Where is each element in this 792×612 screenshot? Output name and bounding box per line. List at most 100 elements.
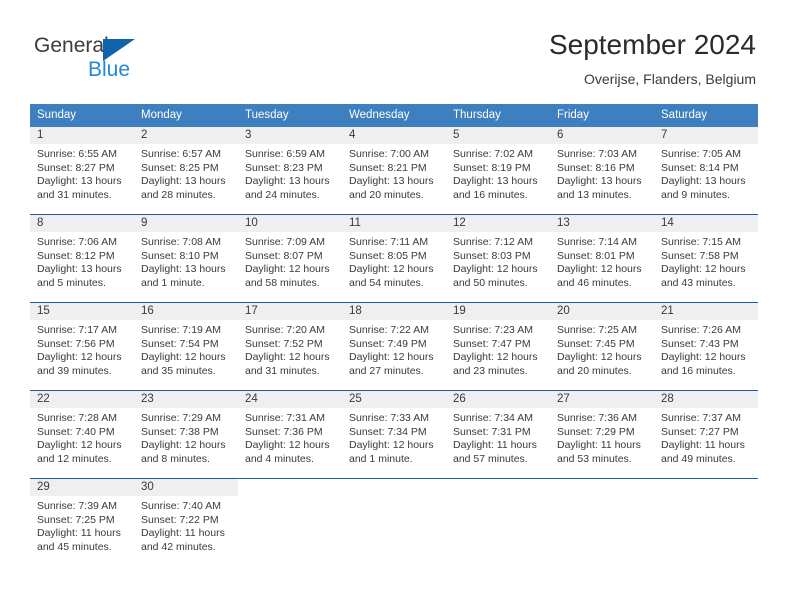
day-info: Sunrise: 7:06 AM Sunset: 8:12 PM Daylight:… <box>30 232 134 290</box>
day-info: Sunrise: 6:55 AM Sunset: 8:27 PM Daylight:… <box>30 144 134 202</box>
daylight-text: Daylight: 12 hours and 27 minutes. <box>349 351 434 377</box>
sunset-text: Sunset: 8:07 PM <box>245 249 323 262</box>
day-cell[interactable]: 30 Sunrise: 7:40 AM Sunset: 7:22 PM Dayligh… <box>134 479 238 569</box>
daylight-text: Daylight: 13 hours and 28 minutes. <box>141 175 226 201</box>
sunrise-text: Sunrise: 7:11 AM <box>349 236 429 248</box>
daylight-text: Daylight: 13 hours and 13 minutes. <box>557 175 642 201</box>
day-number: 30 <box>134 479 238 496</box>
day-number: 13 <box>550 215 654 232</box>
day-cell[interactable]: 11 Sunrise: 7:11 AM Sunset: 8:05 PM Dayligh… <box>342 215 446 302</box>
sunrise-text: Sunrise: 7:20 AM <box>245 324 325 336</box>
day-number: 15 <box>30 303 134 320</box>
day-number: 16 <box>134 303 238 320</box>
day-cell[interactable]: 24 Sunrise: 7:31 AM Sunset: 7:36 PM Dayligh… <box>238 391 342 478</box>
day-cell[interactable]: 21 Sunrise: 7:26 AM Sunset: 7:43 PM Dayligh… <box>654 303 758 390</box>
day-cell-empty <box>342 479 446 569</box>
sunset-text: Sunset: 7:31 PM <box>453 425 531 438</box>
sunrise-text: Sunrise: 7:39 AM <box>37 500 117 512</box>
day-cell[interactable]: 10 Sunrise: 7:09 AM Sunset: 8:07 PM Dayligh… <box>238 215 342 302</box>
day-number: 28 <box>654 391 758 408</box>
day-cell[interactable]: 13 Sunrise: 7:14 AM Sunset: 8:01 PM Dayligh… <box>550 215 654 302</box>
day-number <box>238 479 342 496</box>
day-cell[interactable]: 26 Sunrise: 7:34 AM Sunset: 7:31 PM Dayligh… <box>446 391 550 478</box>
sunrise-text: Sunrise: 7:00 AM <box>349 148 429 160</box>
sunset-text: Sunset: 8:14 PM <box>661 161 739 174</box>
day-info: Sunrise: 7:28 AM Sunset: 7:40 PM Daylight:… <box>30 408 134 466</box>
day-cell[interactable]: 5 Sunrise: 7:02 AM Sunset: 8:19 PM Daylight… <box>446 127 550 214</box>
daylight-text: Daylight: 11 hours and 42 minutes. <box>141 527 225 553</box>
weekday-header-row: Sunday Monday Tuesday Wednesday Thursday… <box>30 104 758 127</box>
sunrise-text: Sunrise: 7:12 AM <box>453 236 533 248</box>
day-number: 2 <box>134 127 238 144</box>
day-cell[interactable]: 22 Sunrise: 7:28 AM Sunset: 7:40 PM Dayligh… <box>30 391 134 478</box>
sunrise-text: Sunrise: 7:36 AM <box>557 412 637 424</box>
day-cell[interactable]: 23 Sunrise: 7:29 AM Sunset: 7:38 PM Dayligh… <box>134 391 238 478</box>
day-info: Sunrise: 7:17 AM Sunset: 7:56 PM Daylight:… <box>30 320 134 378</box>
day-number: 20 <box>550 303 654 320</box>
day-number: 18 <box>342 303 446 320</box>
day-cell[interactable]: 28 Sunrise: 7:37 AM Sunset: 7:27 PM Dayligh… <box>654 391 758 478</box>
daylight-text: Daylight: 11 hours and 49 minutes. <box>661 439 745 465</box>
day-number: 10 <box>238 215 342 232</box>
day-cell[interactable]: 7 Sunrise: 7:05 AM Sunset: 8:14 PM Daylight… <box>654 127 758 214</box>
calendar-grid: Sunday Monday Tuesday Wednesday Thursday… <box>30 104 758 569</box>
day-info: Sunrise: 7:26 AM Sunset: 7:43 PM Daylight:… <box>654 320 758 378</box>
day-cell[interactable]: 25 Sunrise: 7:33 AM Sunset: 7:34 PM Dayligh… <box>342 391 446 478</box>
weekday-header-monday: Monday <box>141 109 182 121</box>
daylight-text: Daylight: 12 hours and 35 minutes. <box>141 351 226 377</box>
day-number: 12 <box>446 215 550 232</box>
sunrise-text: Sunrise: 7:05 AM <box>661 148 741 160</box>
day-cell[interactable]: 2 Sunrise: 6:57 AM Sunset: 8:25 PM Daylight… <box>134 127 238 214</box>
day-cell[interactable]: 29 Sunrise: 7:39 AM Sunset: 7:25 PM Dayligh… <box>30 479 134 569</box>
day-cell[interactable]: 12 Sunrise: 7:12 AM Sunset: 8:03 PM Dayligh… <box>446 215 550 302</box>
daylight-text: Daylight: 12 hours and 12 minutes. <box>37 439 122 465</box>
day-cell[interactable]: 9 Sunrise: 7:08 AM Sunset: 8:10 PM Daylight… <box>134 215 238 302</box>
sunset-text: Sunset: 7:25 PM <box>37 513 115 526</box>
day-cell-empty <box>446 479 550 569</box>
sunrise-text: Sunrise: 6:59 AM <box>245 148 325 160</box>
day-info: Sunrise: 7:09 AM Sunset: 8:07 PM Daylight:… <box>238 232 342 290</box>
day-cell[interactable]: 4 Sunrise: 7:00 AM Sunset: 8:21 PM Daylight… <box>342 127 446 214</box>
day-cell[interactable]: 19 Sunrise: 7:23 AM Sunset: 7:47 PM Dayligh… <box>446 303 550 390</box>
sunrise-text: Sunrise: 7:02 AM <box>453 148 533 160</box>
sunset-text: Sunset: 7:40 PM <box>37 425 115 438</box>
day-cell[interactable]: 6 Sunrise: 7:03 AM Sunset: 8:16 PM Daylight… <box>550 127 654 214</box>
daylight-text: Daylight: 12 hours and 1 minute. <box>349 439 434 465</box>
day-cell[interactable]: 17 Sunrise: 7:20 AM Sunset: 7:52 PM Dayligh… <box>238 303 342 390</box>
daylight-text: Daylight: 12 hours and 46 minutes. <box>557 263 642 289</box>
daylight-text: Daylight: 12 hours and 23 minutes. <box>453 351 538 377</box>
day-info: Sunrise: 7:39 AM Sunset: 7:25 PM Daylight:… <box>30 496 134 554</box>
sunrise-text: Sunrise: 7:17 AM <box>37 324 117 336</box>
sunset-text: Sunset: 8:19 PM <box>453 161 531 174</box>
day-info: Sunrise: 7:15 AM Sunset: 7:58 PM Daylight:… <box>654 232 758 290</box>
day-number: 27 <box>550 391 654 408</box>
day-info: Sunrise: 7:14 AM Sunset: 8:01 PM Daylight:… <box>550 232 654 290</box>
daylight-text: Daylight: 13 hours and 5 minutes. <box>37 263 122 289</box>
sunrise-text: Sunrise: 7:31 AM <box>245 412 325 424</box>
day-cell[interactable]: 8 Sunrise: 7:06 AM Sunset: 8:12 PM Daylight… <box>30 215 134 302</box>
day-info: Sunrise: 7:31 AM Sunset: 7:36 PM Daylight:… <box>238 408 342 466</box>
sunrise-text: Sunrise: 7:23 AM <box>453 324 533 336</box>
day-cell[interactable]: 1 Sunrise: 6:55 AM Sunset: 8:27 PM Daylight… <box>30 127 134 214</box>
week-row: 22 Sunrise: 7:28 AM Sunset: 7:40 PM Dayligh… <box>30 390 758 478</box>
day-cell[interactable]: 16 Sunrise: 7:19 AM Sunset: 7:54 PM Dayligh… <box>134 303 238 390</box>
daylight-text: Daylight: 12 hours and 43 minutes. <box>661 263 746 289</box>
day-cell[interactable]: 18 Sunrise: 7:22 AM Sunset: 7:49 PM Dayligh… <box>342 303 446 390</box>
calendar-page: General Blue September 2024 Overijse, Fl… <box>0 0 792 612</box>
daylight-text: Daylight: 13 hours and 16 minutes. <box>453 175 538 201</box>
day-cell[interactable]: 14 Sunrise: 7:15 AM Sunset: 7:58 PM Dayligh… <box>654 215 758 302</box>
weekday-header-tuesday: Tuesday <box>245 109 289 121</box>
day-info: Sunrise: 7:34 AM Sunset: 7:31 PM Daylight:… <box>446 408 550 466</box>
day-cell[interactable]: 27 Sunrise: 7:36 AM Sunset: 7:29 PM Dayligh… <box>550 391 654 478</box>
daylight-text: Daylight: 12 hours and 58 minutes. <box>245 263 330 289</box>
day-number: 1 <box>30 127 134 144</box>
day-cell[interactable]: 3 Sunrise: 6:59 AM Sunset: 8:23 PM Daylight… <box>238 127 342 214</box>
day-info: Sunrise: 7:11 AM Sunset: 8:05 PM Daylight:… <box>342 232 446 290</box>
day-cell[interactable]: 15 Sunrise: 7:17 AM Sunset: 7:56 PM Dayligh… <box>30 303 134 390</box>
day-cell[interactable]: 20 Sunrise: 7:25 AM Sunset: 7:45 PM Dayligh… <box>550 303 654 390</box>
day-number: 24 <box>238 391 342 408</box>
day-info: Sunrise: 6:57 AM Sunset: 8:25 PM Daylight:… <box>134 144 238 202</box>
sunrise-text: Sunrise: 7:40 AM <box>141 500 221 512</box>
week-row: 15 Sunrise: 7:17 AM Sunset: 7:56 PM Dayligh… <box>30 302 758 390</box>
sunset-text: Sunset: 8:10 PM <box>141 249 219 262</box>
